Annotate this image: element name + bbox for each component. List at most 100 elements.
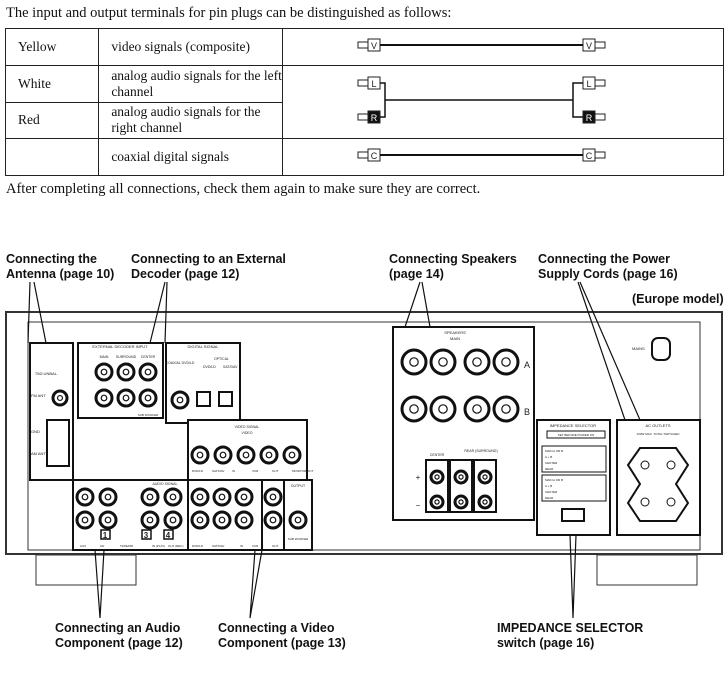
panel-label: 75Ω UNBAL. — [35, 371, 58, 376]
plus-label: + — [416, 473, 421, 482]
rca-jack — [138, 362, 158, 382]
rca-jack — [212, 487, 232, 507]
mains-label: MAINS — [632, 346, 645, 351]
subwoofer-jack — [288, 510, 308, 530]
speaker-b-label: B — [524, 407, 530, 417]
panel-label: VCR — [252, 544, 259, 548]
panel-label: CENTER — [545, 490, 558, 494]
panel-title: OUTPUT — [291, 484, 306, 488]
rca-jack — [116, 388, 136, 408]
panel-label: GND — [31, 429, 40, 434]
panel-label: REAR — [545, 496, 554, 500]
panel-label: MAIN A OR B — [545, 449, 563, 453]
speaker-post — [477, 469, 493, 485]
speaker-terminal — [463, 395, 491, 423]
outlet-hole — [666, 460, 676, 470]
number-label: 3 — [144, 531, 149, 540]
speaker-post — [429, 494, 445, 510]
rca-jack — [94, 388, 114, 408]
rca-jack — [75, 510, 95, 530]
outlet-hole — [640, 460, 650, 470]
speaker-post — [453, 494, 469, 510]
optical-jack — [218, 391, 233, 407]
rca-jack — [116, 362, 136, 382]
panel-label: SUB WOOFER — [288, 537, 309, 541]
rca-jack — [98, 510, 118, 530]
panel-label: OUT (REC) — [168, 544, 183, 548]
panel-label: SAT/DAV — [212, 469, 224, 473]
panel-label: IN (PLAY) — [152, 544, 165, 548]
speaker-post — [429, 469, 445, 485]
rca-jack — [75, 487, 95, 507]
speaker-terminal — [400, 395, 428, 423]
mains-cord — [651, 337, 671, 361]
callout-speakers: Connecting Speakers (page 14) — [389, 252, 517, 281]
am-terminal — [46, 419, 70, 467]
panel-label: REAR (SURROUND) — [464, 449, 497, 453]
panel-label: AM ANT — [31, 451, 46, 456]
panel-title: EXTERNAL DECODER INPUT — [92, 344, 148, 349]
column-label: CENTER — [141, 355, 156, 359]
panel-title: DIGITAL SIGNAL — [188, 344, 220, 349]
speaker-terminal — [400, 348, 428, 376]
speaker-terminal — [463, 348, 491, 376]
rca-jack — [234, 510, 254, 530]
speaker-terminal — [429, 395, 457, 423]
panel-label: REAR — [545, 467, 554, 471]
panel-title: VIDEO SIGNAL — [235, 425, 260, 429]
panel-label: A + B — [545, 455, 552, 459]
panel-label: CENTER — [545, 461, 558, 465]
rca-jack — [213, 445, 233, 465]
foot-right — [596, 554, 698, 586]
rca-jack — [259, 445, 279, 465]
rca-jack — [138, 388, 158, 408]
panel-label: DVD/LD — [192, 469, 204, 473]
panel-title: SPEAKERS — [444, 330, 466, 335]
rear-panel-diagram: 75Ω UNBAL. FM ANT GND AM ANT EXTERNAL DECODE… — [5, 281, 723, 619]
foot-left — [35, 554, 137, 586]
optical-jack — [196, 391, 211, 407]
panel-label: A + B — [545, 484, 552, 488]
panel-label: SAT/DAV — [212, 544, 224, 548]
number-label: 1 — [103, 531, 108, 540]
rca-jack — [190, 487, 210, 507]
panel-label: OPTICAL — [214, 357, 229, 361]
impedance-selector-switch[interactable] — [561, 508, 585, 522]
panel-label: TAPE/MD — [120, 544, 134, 548]
speaker-terminal — [492, 395, 520, 423]
rca-jack — [94, 362, 114, 382]
callout-power: Connecting the Power Supply Cords (page … — [538, 252, 678, 281]
panel-label: SUB WOOFER — [138, 413, 159, 417]
panel-label: OUT — [272, 469, 279, 473]
panel-label: COAXIAL DVD/LD — [166, 361, 195, 365]
panel-title: IMPEDANCE SELECTOR — [550, 423, 596, 428]
panel-label: CENTER — [430, 453, 445, 457]
panel-title: AC OUTLETS — [645, 423, 670, 428]
panel-label: VIDEO — [242, 431, 253, 435]
rca-jack — [140, 487, 160, 507]
panel-label: MAIN A OR B — [545, 478, 563, 482]
panel-label: VCR — [252, 469, 259, 473]
minus-label: − — [416, 501, 421, 510]
callout-impedance: IMPEDANCE SELECTOR switch (page 16) — [497, 621, 644, 650]
speaker-terminal — [492, 348, 520, 376]
rca-jack — [263, 487, 283, 507]
fm-antenna-jack — [51, 389, 69, 407]
leader-line — [249, 549, 263, 619]
speaker-terminal — [429, 348, 457, 376]
speaker-a-label: A — [524, 360, 530, 370]
panel-label: SET BEFORE POWER ON — [558, 433, 594, 437]
model-note: (Europe model) — [632, 292, 724, 306]
callout-antenna: Connecting the Antenna (page 10) — [6, 252, 115, 281]
outlet-hole — [640, 497, 650, 507]
rca-jack — [190, 445, 210, 465]
rca-jack — [98, 487, 118, 507]
outlet-hole — [666, 497, 676, 507]
panel-label: FM ANT — [31, 393, 46, 398]
rca-jack — [236, 445, 256, 465]
panel-label: MONITOR OUT — [292, 469, 313, 473]
callout-decoder: Connecting to an External Decoder (page … — [131, 252, 286, 281]
rca-jack — [190, 510, 210, 530]
panel-label: IN — [240, 544, 243, 548]
speaker-post — [477, 494, 493, 510]
